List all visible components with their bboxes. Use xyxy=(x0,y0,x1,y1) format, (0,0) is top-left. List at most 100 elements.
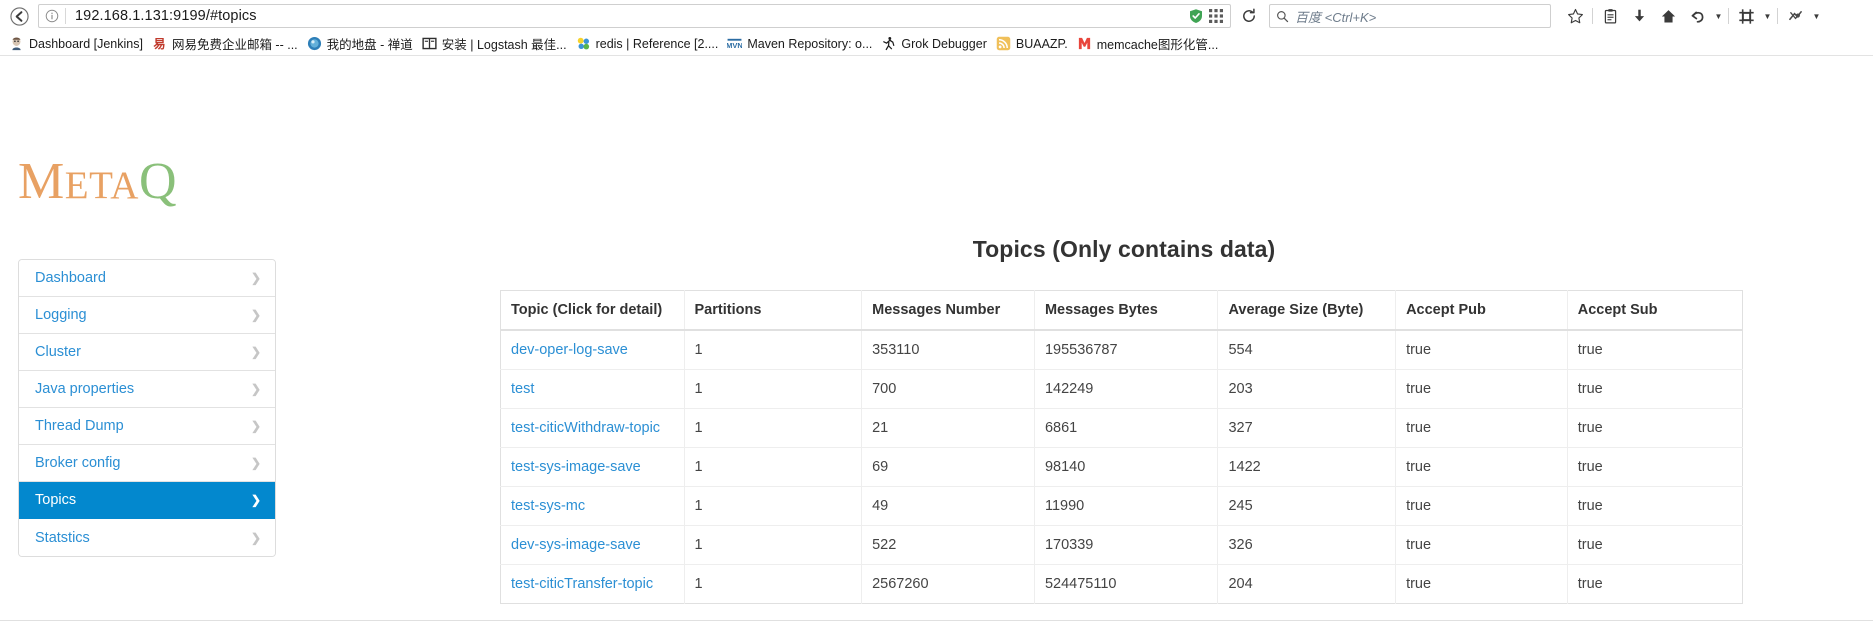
bookmark-label: redis | Reference [2.... xyxy=(595,36,719,51)
memcache-icon xyxy=(1077,36,1092,51)
sidebar-item-topics[interactable]: Topics ❯ xyxy=(19,482,275,519)
cell-partitions: 1 xyxy=(684,447,863,487)
cell-accept-sub: true xyxy=(1567,525,1743,565)
home-icon[interactable] xyxy=(1654,3,1682,29)
extension-dropdown-icon[interactable]: ▼ xyxy=(1810,3,1823,29)
bookmark-label: 我的地盘 - 禅道 xyxy=(326,38,413,52)
sidebar-item-java-properties[interactable]: Java properties ❯ xyxy=(19,371,275,408)
toolbar-divider-3 xyxy=(1777,8,1778,24)
cell-accept-sub: true xyxy=(1567,486,1743,526)
undo-dropdown-icon[interactable]: ▼ xyxy=(1712,3,1725,29)
shield-icon[interactable] xyxy=(1188,8,1204,24)
bookmark-item[interactable]: 我的地盘 - 禅道 xyxy=(304,33,419,55)
cell-messages-bytes: 195536787 xyxy=(1034,330,1219,370)
logo-eta: ETA xyxy=(64,164,139,207)
cell-partitions: 1 xyxy=(684,486,863,526)
bookmark-item[interactable]: Dashboard [Jenkins] xyxy=(6,33,149,55)
pixel-block-icon[interactable] xyxy=(1208,8,1224,24)
cell-topic: dev-sys-image-save xyxy=(500,525,685,565)
sidebar-item-dashboard[interactable]: Dashboard ❯ xyxy=(19,260,275,297)
column-header-messages-bytes[interactable]: Messages Bytes xyxy=(1034,290,1219,331)
extension-icon[interactable] xyxy=(1781,3,1809,29)
cell-topic: test-citicTransfer-topic xyxy=(500,564,685,604)
column-header-accept-sub[interactable]: Accept Sub xyxy=(1567,290,1743,331)
cell-partitions: 1 xyxy=(684,408,863,448)
svg-text:MVN: MVN xyxy=(727,41,742,50)
search-bar[interactable]: 百度 <Ctrl+K> xyxy=(1269,4,1551,28)
cell-messages-number: 2567260 xyxy=(861,564,1035,604)
table-row: dev-sys-image-save 1 522 170339 326 true… xyxy=(500,525,1743,565)
bookmark-item[interactable]: 易 网易免费企业邮箱 -- ... xyxy=(149,33,304,55)
search-input-placeholder[interactable]: 百度 <Ctrl+K> xyxy=(1295,7,1376,26)
cell-accept-sub: true xyxy=(1567,369,1743,409)
topics-table-head: Topic (Click for detail) Partitions Mess… xyxy=(500,290,1743,331)
address-bar-text[interactable]: 192.168.1.131:9199/#topics xyxy=(66,8,1188,24)
app-logo: METAQ xyxy=(18,156,177,208)
cell-messages-bytes: 98140 xyxy=(1034,447,1219,487)
cell-accept-pub: true xyxy=(1395,369,1568,409)
topics-table: Topic (Click for detail) Partitions Mess… xyxy=(500,290,1743,604)
cell-accept-pub: true xyxy=(1395,564,1568,604)
sidebar-item-thread-dump[interactable]: Thread Dump ❯ xyxy=(19,408,275,445)
bookmark-label: Grok Debugger xyxy=(901,36,987,51)
column-header-partitions[interactable]: Partitions xyxy=(684,290,863,331)
cell-partitions: 1 xyxy=(684,564,863,604)
cell-average-size: 1422 xyxy=(1217,447,1397,487)
redis-icon xyxy=(576,36,591,51)
svg-text:易: 易 xyxy=(153,37,165,51)
bookmark-star-icon[interactable] xyxy=(1561,3,1589,29)
chevron-right-icon: ❯ xyxy=(250,345,261,359)
reading-list-icon[interactable] xyxy=(1596,3,1624,29)
chevron-right-icon: ❯ xyxy=(250,271,261,285)
bookmark-item[interactable]: MVN Maven Repository: o... xyxy=(724,33,878,55)
cell-accept-pub: true xyxy=(1395,408,1568,448)
reload-button[interactable] xyxy=(1235,3,1263,29)
bookmark-item[interactable]: memcache图形化管... xyxy=(1074,33,1225,55)
topic-link[interactable]: test-citicTransfer-topic xyxy=(511,576,653,592)
search-icon xyxy=(1276,10,1289,23)
cell-accept-pub: true xyxy=(1395,330,1568,370)
cell-messages-number: 353110 xyxy=(861,330,1035,370)
table-row: dev-oper-log-save 1 353110 195536787 554… xyxy=(500,330,1743,370)
info-icon[interactable] xyxy=(39,5,65,27)
column-header-accept-pub[interactable]: Accept Pub xyxy=(1395,290,1568,331)
topic-link[interactable]: dev-sys-image-save xyxy=(511,537,641,553)
cell-partitions: 1 xyxy=(684,369,863,409)
sidebar-item-label: Logging xyxy=(35,307,87,323)
column-header-topic[interactable]: Topic (Click for detail) xyxy=(500,290,685,331)
cell-average-size: 554 xyxy=(1217,330,1397,370)
cell-accept-sub: true xyxy=(1567,564,1743,604)
topic-link[interactable]: test-sys-mc xyxy=(511,498,585,514)
address-bar-icons xyxy=(1188,8,1230,24)
address-bar[interactable]: 192.168.1.131:9199/#topics xyxy=(38,4,1231,28)
sidebar-item-statstics[interactable]: Statstics ❯ xyxy=(19,519,275,556)
screenshot-dropdown-icon[interactable]: ▼ xyxy=(1761,3,1774,29)
sidebar-item-logging[interactable]: Logging ❯ xyxy=(19,297,275,334)
cell-messages-number: 21 xyxy=(861,408,1035,448)
sidebar-item-label: Broker config xyxy=(35,455,121,471)
sidebar-item-cluster[interactable]: Cluster ❯ xyxy=(19,334,275,371)
column-header-messages-number[interactable]: Messages Number xyxy=(861,290,1035,331)
bookmark-item[interactable]: Grok Debugger xyxy=(878,33,992,55)
bookmark-item[interactable]: BUAAZP. xyxy=(993,33,1074,55)
table-row: test-sys-image-save 1 69 98140 1422 true… xyxy=(500,447,1743,487)
topic-link[interactable]: dev-oper-log-save xyxy=(511,342,628,358)
bookmark-label: BUAAZP. xyxy=(1015,36,1068,51)
topic-link[interactable]: test-citicWithdraw-topic xyxy=(511,420,660,436)
page-title: Topics (Only contains data) xyxy=(972,236,1276,262)
table-row: test-citicWithdraw-topic 1 21 6861 327 t… xyxy=(500,408,1743,448)
column-header-average-size[interactable]: Average Size (Byte) xyxy=(1217,290,1397,331)
downloads-icon[interactable] xyxy=(1625,3,1653,29)
back-button[interactable] xyxy=(6,3,32,29)
bookmark-item[interactable]: redis | Reference [2.... xyxy=(573,33,725,55)
sidebar-item-label: Cluster xyxy=(35,344,81,360)
chevron-right-icon: ❯ xyxy=(250,456,261,470)
topic-link[interactable]: test xyxy=(511,381,534,397)
cell-accept-sub: true xyxy=(1567,408,1743,448)
bookmarks-bar: Dashboard [Jenkins] 易 网易免费企业邮箱 -- ... 我的… xyxy=(0,32,1873,56)
undo-icon[interactable] xyxy=(1683,3,1711,29)
sidebar-item-broker-config[interactable]: Broker config ❯ xyxy=(19,445,275,482)
screenshot-icon[interactable] xyxy=(1732,3,1760,29)
bookmark-item[interactable]: 安装 | Logstash 最佳... xyxy=(419,33,573,55)
topic-link[interactable]: test-sys-image-save xyxy=(511,459,641,475)
